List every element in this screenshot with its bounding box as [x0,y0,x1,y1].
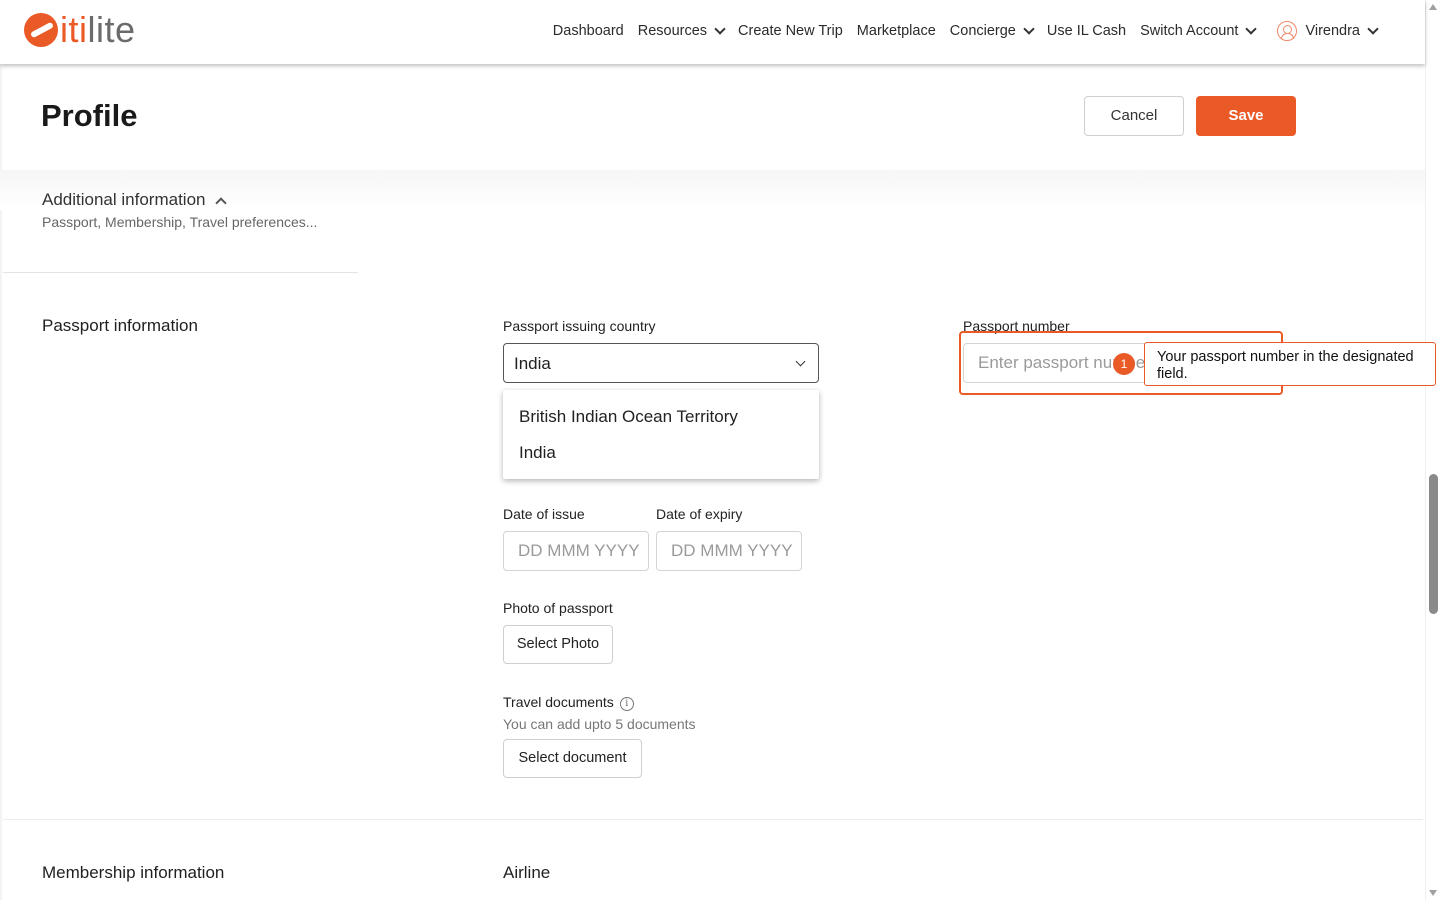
chevron-down-icon [1245,23,1258,35]
page-scrollbar[interactable] [1425,0,1440,900]
chevron-down-icon [714,23,726,35]
cancel-button[interactable]: Cancel [1084,96,1184,136]
save-button[interactable]: Save [1196,96,1296,136]
travel-documents-help: You can add upto 5 documents [503,716,696,732]
date-of-issue-label: Date of issue [503,506,585,522]
passport-country-label: Passport issuing country [503,318,656,334]
select-photo-button[interactable]: Select Photo [503,625,613,664]
scroll-down-arrow-icon[interactable] [1429,890,1437,896]
country-option[interactable]: British Indian Ocean Territory [519,407,738,427]
photo-of-passport-label: Photo of passport [503,600,613,616]
info-icon[interactable]: i [619,697,634,711]
itilite-logo[interactable]: itilite [24,9,136,50]
additional-info-subtitle: Passport, Membership, Travel preferences… [42,214,318,230]
passport-section-title: Passport information [42,316,198,335]
user-menu[interactable]: Virendra [1277,21,1379,41]
main-nav: Dashboard Resources Create New Trip Mark… [539,21,1379,41]
travel-documents-label: Travel documents i [503,694,634,711]
chevron-down-icon [795,356,806,367]
chevron-up-icon [215,196,228,209]
chevron-down-icon [1367,23,1379,35]
date-of-issue-input[interactable]: DD MMM YYYY [503,531,649,571]
guide-step-badge: 1 [1113,353,1135,375]
nav-marketplace[interactable]: Marketplace [857,23,936,39]
divider [3,819,1423,820]
passport-country-select[interactable]: India [503,343,819,383]
page-title: Profile [41,98,138,133]
date-of-expiry-label: Date of expiry [656,506,743,522]
airline-label: Airline [503,863,551,882]
nav-switch-account[interactable]: Switch Account [1140,23,1258,39]
nav-use-il-cash[interactable]: Use IL Cash [1047,23,1126,39]
scroll-up-arrow-icon[interactable] [1429,4,1437,10]
divider [3,272,358,273]
nav-dashboard[interactable]: Dashboard [553,23,624,39]
user-avatar-icon [1277,21,1298,41]
nav-resources[interactable]: Resources [638,23,726,39]
passport-country-value: India [514,354,551,373]
logo-text: itilite [60,9,136,50]
country-option[interactable]: India [519,443,556,463]
nav-concierge[interactable]: Concierge [950,23,1035,39]
plane-logo-icon [24,13,58,47]
additional-info-toggle[interactable]: Additional information [42,190,228,210]
date-of-expiry-input[interactable]: DD MMM YYYY [656,531,802,571]
top-navigation-bar: itilite Dashboard Resources Create New T… [0,0,1425,64]
select-document-button[interactable]: Select document [503,739,642,778]
chevron-down-icon [1023,23,1035,35]
country-dropdown-list: British Indian Ocean Territory India [503,390,819,479]
guide-tooltip: Your passport number in the designated f… [1144,342,1436,386]
scrollbar-thumb[interactable] [1429,474,1438,614]
membership-section-title: Membership information [42,863,225,882]
nav-create-new-trip[interactable]: Create New Trip [738,23,843,39]
